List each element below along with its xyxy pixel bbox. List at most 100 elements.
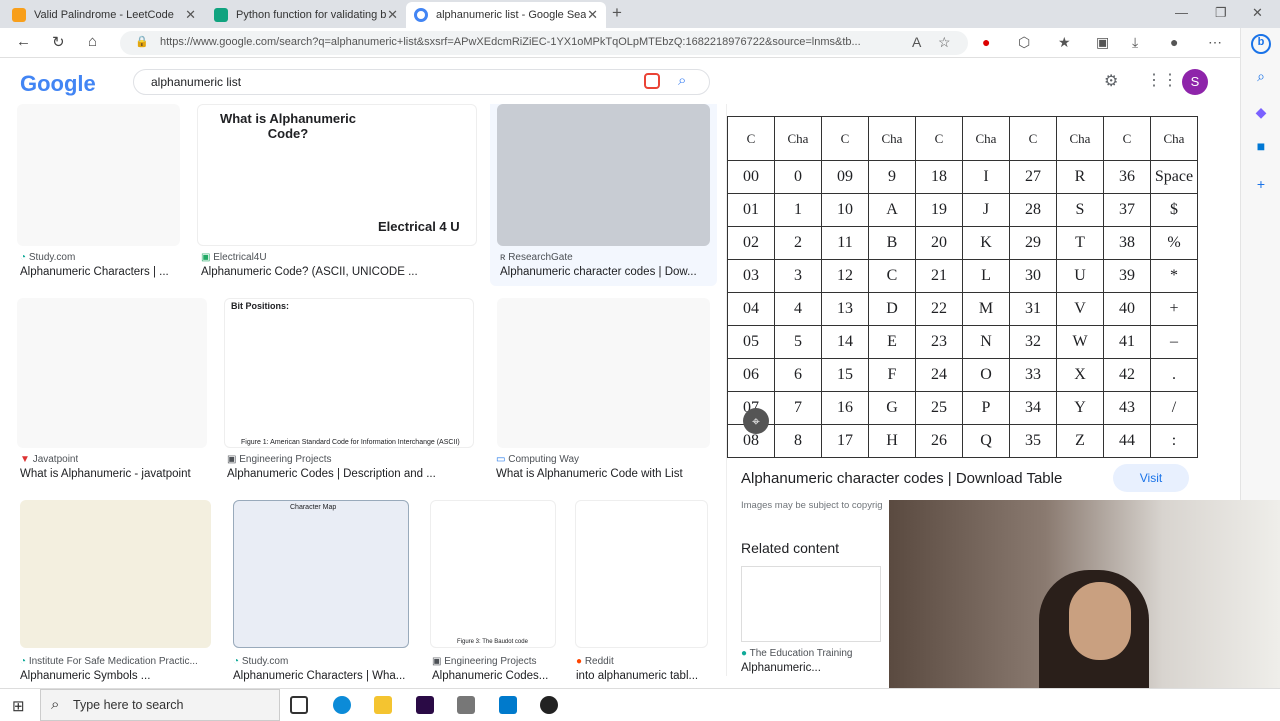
collections-icon[interactable]: ▣ <box>1096 34 1109 51</box>
table-row: 04 4 13 D 22 M 31 V 40 + <box>727 292 1198 326</box>
table-cell: 11 <box>821 226 869 260</box>
table-row: 08 8 17 H 26 Q 35 Z 44: <box>727 424 1198 458</box>
table-cell: 15 <box>821 358 869 392</box>
table-cell: 38 <box>1103 226 1151 260</box>
search-submit-icon[interactable]: ⌕ <box>678 72 686 89</box>
tab-leetcode[interactable]: Valid Palindrome - LeetCode ✕ <box>4 2 204 28</box>
related-caption[interactable]: Alphanumeric... <box>741 662 881 674</box>
result-thumbnail[interactable]: Character Map <box>233 500 409 648</box>
table-cell: M <box>962 292 1010 326</box>
table-cell: 29 <box>1009 226 1057 260</box>
table-cell: 05 <box>727 325 775 359</box>
address-bar[interactable]: 🔒 https://www.google.com/search?q=alphan… <box>120 31 968 55</box>
result-caption[interactable]: What is Alphanumeric - javatpoint <box>20 468 210 480</box>
result-caption[interactable]: Alphanumeric Code? (ASCII, UNICODE ... <box>201 266 481 278</box>
result-caption[interactable]: into alphanumeric tabl... <box>576 670 706 682</box>
site-icon: ◔ <box>233 656 242 667</box>
apps-grid-icon[interactable]: ⋮⋮ <box>1146 70 1178 90</box>
table-cell: 03 <box>727 259 775 293</box>
header-cell: Cha <box>1056 116 1104 161</box>
task-view-icon[interactable] <box>290 696 308 714</box>
related-thumbnail[interactable] <box>741 566 881 642</box>
visit-button[interactable]: Visit <box>1113 464 1189 492</box>
obs-icon[interactable] <box>540 696 558 714</box>
restore-button[interactable]: ❐ <box>1215 5 1227 21</box>
camera-lens-icon[interactable] <box>644 73 660 89</box>
table-row: 05 5 14 E 23 N 32 W 41– <box>727 325 1198 359</box>
more-menu-icon[interactable]: ⋯ <box>1208 34 1222 51</box>
settings-gear-icon[interactable]: ⚙ <box>1104 71 1118 91</box>
read-aloud-icon[interactable]: A <box>912 34 921 50</box>
result-caption[interactable]: Alphanumeric Characters | ... <box>20 266 185 278</box>
search-icon[interactable]: ⌕ <box>1251 68 1271 88</box>
table-cell: 01 <box>727 193 775 227</box>
result-caption[interactable]: Alphanumeric Codes | Description and ... <box>227 468 477 480</box>
table-row: 06 6 15 F 24 O 33 X 42. <box>727 358 1198 392</box>
result-caption[interactable]: Alphanumeric Characters | Wha... <box>233 670 413 682</box>
extensions-icon[interactable]: ⬡ <box>1018 34 1030 51</box>
close-tab-icon[interactable]: ✕ <box>185 7 196 23</box>
result-thumbnail[interactable]: Bit Positions: Figure 1: American Standa… <box>224 298 474 448</box>
favorites-icon[interactable]: ★ <box>1058 34 1071 51</box>
home-icon[interactable]: ⌂ <box>88 33 97 50</box>
tab-google-search[interactable]: alphanumeric list - Google Searc ✕ <box>406 2 606 28</box>
search-input[interactable]: alphanumeric list ⌕ <box>133 69 710 95</box>
result-thumbnail[interactable]: Figure 3: The Baudot code <box>430 500 556 648</box>
table-cell: F <box>868 358 916 392</box>
table-cell: 4 <box>774 292 822 326</box>
taskbar-search-input[interactable]: ⌕ Type here to search <box>40 689 280 721</box>
result-thumbnail[interactable] <box>20 500 211 648</box>
file-explorer-icon[interactable] <box>374 696 392 714</box>
refresh-icon[interactable]: ↻ <box>52 33 65 51</box>
url-text: https://www.google.com/search?q=alphanum… <box>160 36 861 48</box>
table-cell: 27 <box>1009 160 1057 194</box>
header-cell: Cha <box>1150 116 1198 161</box>
preview-title[interactable]: Alphanumeric character codes | Download … <box>741 470 1062 487</box>
table-cell: E <box>868 325 916 359</box>
table-cell: A <box>868 193 916 227</box>
inkscape-icon[interactable] <box>457 696 475 714</box>
close-window-button[interactable]: ✕ <box>1252 5 1263 21</box>
new-tab-button[interactable]: + <box>612 3 622 23</box>
close-tab-icon[interactable]: ✕ <box>387 7 398 23</box>
result-caption[interactable]: Alphanumeric character codes | Dow... <box>500 266 710 278</box>
windows-start-icon[interactable]: ⊞ <box>12 697 25 715</box>
table-cell: 02 <box>727 226 775 260</box>
result-caption[interactable]: Alphanumeric Codes... <box>432 670 562 682</box>
premiere-icon[interactable] <box>416 696 434 714</box>
google-logo[interactable]: Google <box>20 71 96 97</box>
downloads-icon[interactable]: ⤓ <box>1132 34 1138 51</box>
tab-title: Valid Palindrome - LeetCode <box>34 9 174 21</box>
source-text: Study.com <box>28 252 76 263</box>
table-cell: 41 <box>1103 325 1151 359</box>
opera-extension-icon[interactable]: ● <box>982 34 990 50</box>
result-thumbnail[interactable] <box>17 298 207 448</box>
result-thumbnail[interactable] <box>575 500 708 648</box>
preview-image-table[interactable]: C Cha C Cha C Cha C Cha C Cha 00 0 09 9 18 I 27 R 36 Space… <box>727 116 1198 458</box>
result-caption[interactable]: What is Alphanumeric Code with List <box>496 468 706 480</box>
result-thumbnail[interactable] <box>497 298 710 448</box>
header-cell: C <box>915 116 963 161</box>
table-cell: I <box>962 160 1010 194</box>
avatar[interactable]: S <box>1182 69 1208 95</box>
shopping-icon[interactable]: ◆ <box>1251 104 1271 124</box>
back-icon[interactable]: ← <box>16 33 31 50</box>
close-tab-icon[interactable]: ✕ <box>587 7 598 23</box>
visual-search-icon[interactable]: ⌖ <box>743 408 769 434</box>
table-cell: L <box>962 259 1010 293</box>
outlook-icon[interactable]: ■ <box>1251 138 1271 158</box>
result-caption[interactable]: Alphanumeric Symbols ... <box>20 670 210 682</box>
profile-icon[interactable]: ● <box>1170 34 1178 50</box>
minimize-button[interactable]: — <box>1175 5 1188 20</box>
edge-icon[interactable] <box>333 696 351 714</box>
result-thumbnail[interactable]: What is Alphanumeric Code? Electrical 4 … <box>197 104 477 246</box>
add-icon[interactable]: + <box>1251 176 1271 196</box>
table-cell: X <box>1056 358 1104 392</box>
tab-chatgpt[interactable]: Python function for validating b ✕ <box>206 2 406 28</box>
favorite-star-icon[interactable]: ☆ <box>938 34 951 51</box>
table-cell: 19 <box>915 193 963 227</box>
result-thumbnail[interactable] <box>17 104 180 246</box>
vscode-icon[interactable] <box>499 696 517 714</box>
site-icon: ▭ <box>496 454 509 465</box>
bing-icon[interactable]: b <box>1251 34 1271 54</box>
